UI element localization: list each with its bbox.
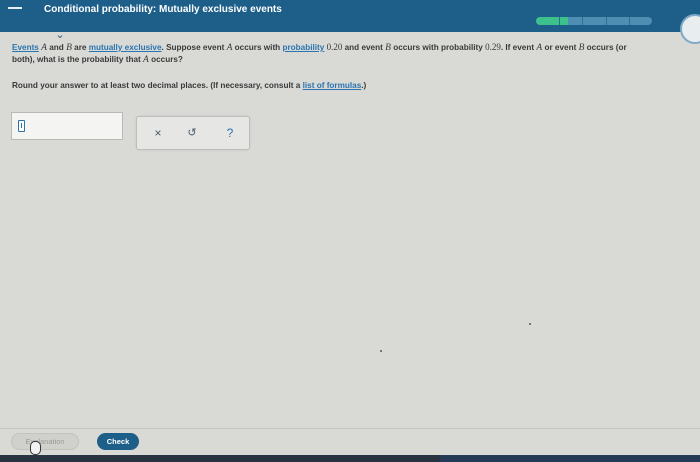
text-occurs-with-prob: occurs with probability (390, 43, 486, 52)
progress-bar (536, 17, 652, 25)
text-occurs-with: occurs with (232, 43, 283, 52)
text-and: and (46, 43, 67, 52)
text-and-event: and event (342, 43, 386, 52)
footer-divider (0, 428, 700, 429)
text-or-event: or event (542, 43, 579, 52)
rounding-instructions: Round your answer to at least two decima… (12, 81, 366, 90)
menu-dash-icon[interactable] (8, 7, 22, 9)
undo-button[interactable]: ↺ (185, 125, 199, 141)
header-bar: Conditional probability: Mutually exclus… (0, 0, 700, 44)
profile-button[interactable] (680, 14, 700, 44)
screen-speck (380, 350, 382, 352)
progress-segment-divider (605, 17, 607, 25)
instructions-end: .) (361, 81, 367, 90)
text-both: both), what is the probability that (12, 55, 143, 64)
explanation-button[interactable]: Explanation (11, 433, 79, 450)
text-are: are (71, 43, 89, 52)
mutually-exclusive-link[interactable]: mutually exclusive (89, 43, 162, 52)
probability-link[interactable]: probability (282, 43, 324, 52)
progress-segment-divider (582, 17, 584, 25)
text-suppose: . Suppose event (161, 43, 227, 52)
screen-speck (529, 323, 531, 325)
progress-fill (536, 17, 569, 25)
chevron-down-icon[interactable]: ⌄ (50, 30, 70, 42)
text-cursor-icon (18, 120, 25, 132)
answer-input[interactable] (11, 112, 123, 140)
events-link[interactable]: Events (12, 43, 39, 52)
instructions-text: Round your answer to at least two decima… (12, 81, 303, 90)
answer-tools: × ↺ ? (136, 116, 250, 150)
help-button[interactable]: ? (223, 125, 237, 141)
check-button[interactable]: Check (97, 433, 139, 450)
clear-button[interactable]: × (151, 125, 165, 141)
value-a: 0.20 (326, 42, 343, 52)
text-occurs-or: occurs (or (584, 43, 627, 52)
taskbar-segment (440, 455, 700, 462)
progress-segment-divider (559, 17, 561, 25)
question-text: Events A and B are mutually exclusive. S… (12, 42, 700, 66)
list-of-formulas-link[interactable]: list of formulas (303, 81, 362, 90)
progress-segment-divider (628, 17, 630, 25)
text-if-event: . If event (500, 43, 537, 52)
mouse-icon (30, 441, 41, 455)
value-b: 0.29 (485, 42, 501, 52)
page-title: Conditional probability: Mutually exclus… (44, 4, 282, 15)
taskbar (0, 455, 700, 462)
text-occurs-q: occurs? (148, 55, 183, 64)
